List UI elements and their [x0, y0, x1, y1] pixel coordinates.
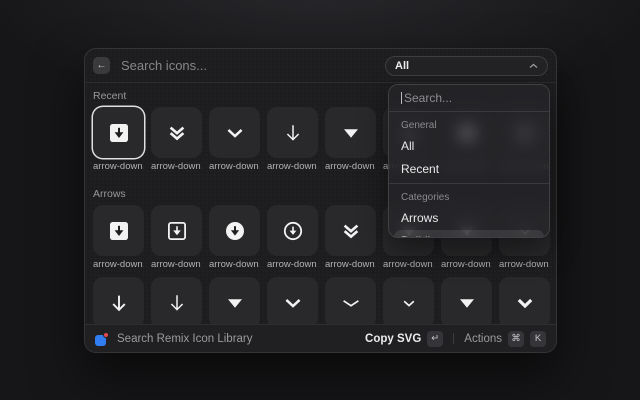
arrow-drop-down-line-icon	[383, 277, 434, 324]
icon-result[interactable]: arrow-down…	[441, 277, 492, 324]
enter-key-badge: ↵	[427, 331, 443, 347]
category-dropdown: Search... GeneralAllRecentCategoriesArro…	[388, 84, 550, 238]
dropdown-body: GeneralAllRecentCategoriesArrowsBuilding…	[389, 111, 549, 238]
text-caret-icon	[401, 92, 402, 104]
k-key-badge: K	[530, 331, 546, 347]
chevron-up-icon	[529, 63, 538, 69]
arrow-down-line-icon	[93, 277, 144, 324]
arrow-down-long-line-icon	[267, 107, 318, 158]
dropdown-search-input[interactable]: Search...	[389, 85, 549, 111]
logo-notification-dot	[103, 332, 109, 338]
dropdown-group: GeneralAllRecent	[389, 111, 549, 183]
category-select-value: All	[395, 60, 409, 72]
chevron-down-bold-icon	[499, 277, 550, 324]
arrow-down-s-line-icon	[209, 107, 260, 158]
icon-result[interactable]: arrow-down…	[267, 107, 318, 172]
arrow-down-s-fill-icon	[325, 107, 376, 158]
back-button[interactable]: ←	[93, 57, 110, 74]
icon-label: arrow-down…	[267, 161, 318, 172]
icon-label: arrow-down…	[93, 161, 144, 172]
icon-label: arrow-down…	[325, 259, 376, 270]
arrow-down-box-fill-icon	[93, 107, 144, 158]
icon-label: arrow-down…	[209, 161, 260, 172]
dropdown-item-buildings[interactable]: Buildings	[394, 230, 544, 238]
actions-button[interactable]: Actions	[464, 333, 502, 345]
icon-result[interactable]: arrow-down…	[383, 277, 434, 324]
dropdown-group-label: General	[394, 116, 544, 134]
icon-result[interactable]: arrow-down…	[151, 107, 202, 172]
icon-label: arrow-down…	[267, 259, 318, 270]
icon-result[interactable]: arrow-down…	[93, 205, 144, 270]
dropdown-group-label: Categories	[394, 188, 544, 206]
arrow-down-s-line-icon	[267, 277, 318, 324]
desktop-background: ← All Recentarrow-down…arrow-down…arrow-…	[0, 0, 640, 400]
arrow-down-box-fill-icon	[93, 205, 144, 256]
arrow-down-s-fill-icon	[441, 277, 492, 324]
icon-label: arrow-down…	[325, 161, 376, 172]
icon-label: arrow-down…	[499, 259, 550, 270]
icon-result[interactable]: arrow-down…	[499, 277, 550, 324]
arrow-down-box-line-icon	[151, 205, 202, 256]
dropdown-item-all[interactable]: All	[394, 135, 544, 157]
arrow-down-long-line-icon	[151, 277, 202, 324]
icon-label: arrow-down…	[151, 259, 202, 270]
icon-result[interactable]: arrow-down…	[325, 277, 376, 324]
arrow-down-circle-line-icon	[267, 205, 318, 256]
icon-result[interactable]: arrow-down…	[93, 107, 144, 172]
arrow-down-shallow-line-icon	[325, 277, 376, 324]
dropdown-item-arrows[interactable]: Arrows	[394, 207, 544, 229]
category-select[interactable]: All	[385, 56, 548, 76]
icon-result[interactable]: arrow-down…	[209, 277, 260, 324]
remix-icon-logo	[95, 332, 109, 346]
icon-result[interactable]: arrow-down…	[209, 205, 260, 270]
icon-result[interactable]: arrow-down…	[267, 205, 318, 270]
arrow-down-double-line-icon	[151, 107, 202, 158]
icon-result[interactable]: arrow-down…	[93, 277, 144, 324]
icon-result[interactable]: arrow-down…	[209, 107, 260, 172]
icon-label: arrow-down…	[151, 161, 202, 172]
icon-label: arrow-down…	[209, 259, 260, 270]
icon-result[interactable]: arrow-down…	[151, 277, 202, 324]
dropdown-search-placeholder: Search...	[404, 91, 452, 105]
app-name: Search Remix Icon Library	[117, 333, 253, 345]
icon-result[interactable]: arrow-down…	[325, 107, 376, 172]
footer-left: Search Remix Icon Library	[95, 332, 253, 346]
footer-right: Copy SVG ↵ Actions ⌘ K	[365, 331, 546, 347]
icon-label: arrow-down…	[383, 259, 434, 270]
footer-divider	[453, 333, 454, 344]
topbar: ← All	[85, 49, 556, 83]
icon-search-window: ← All Recentarrow-down…arrow-down…arrow-…	[84, 48, 557, 353]
icon-result[interactable]: arrow-down…	[325, 205, 376, 270]
cmd-key-badge: ⌘	[508, 331, 524, 347]
icon-result[interactable]: arrow-down…	[151, 205, 202, 270]
arrow-down-double-line-icon	[325, 205, 376, 256]
icon-label: arrow-down…	[441, 259, 492, 270]
dropdown-item-recent[interactable]: Recent	[394, 158, 544, 180]
arrow-down-s-fill-icon	[209, 277, 260, 324]
icon-result[interactable]: arrow-down…	[267, 277, 318, 324]
arrow-left-icon: ←	[97, 61, 107, 71]
footer: Search Remix Icon Library Copy SVG ↵ Act…	[85, 324, 556, 352]
arrow-down-circle-fill-icon	[209, 205, 260, 256]
copy-svg-button[interactable]: Copy SVG	[365, 333, 421, 345]
icon-label: arrow-down…	[93, 259, 144, 270]
dropdown-group: CategoriesArrowsBuildings	[389, 183, 549, 238]
